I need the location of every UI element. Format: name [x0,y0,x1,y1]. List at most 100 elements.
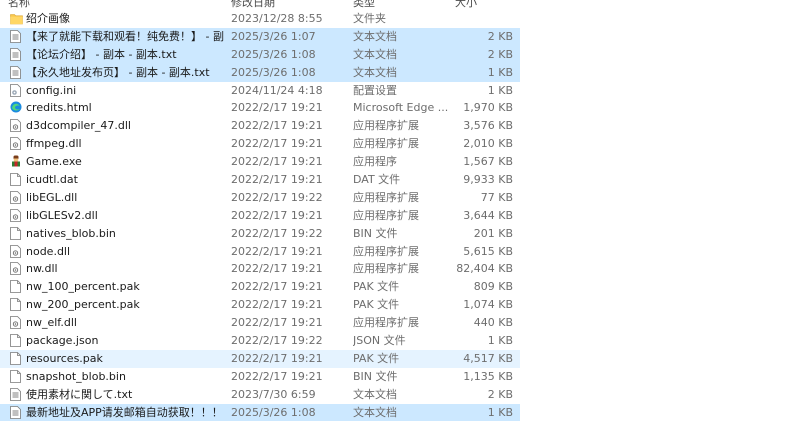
blank-file-icon [10,298,21,312]
file-row[interactable]: 【论坛介绍】 - 副本 - 副本.txt 2025/3/26 1:08 文本文档 2 … [0,45,520,64]
file-row[interactable]: 【来了就能下载和观看！纯免费！】 - 副... 2025/3/26 1:07 文本文… [0,27,520,46]
file-type: 文本文档 [353,65,397,79]
folder-icon [10,12,23,25]
file-type: PAK 文件 [353,298,400,312]
file-date: 2022/2/17 19:21 [231,119,323,133]
file-row[interactable]: d3dcompiler_47.dll 2022/2/17 19:21 应用程序扩展 3… [0,117,520,135]
file-row[interactable]: Game.exe 2022/2/17 19:21 应用程序 1,567 KB [0,153,520,171]
file-name: node.dll [26,244,71,258]
file-row[interactable]: nw_elf.dll 2022/2/17 19:21 应用程序扩展 440 KB [0,314,520,332]
dll-file-icon [10,244,21,258]
file-name: nw_elf.dll [26,316,77,330]
file-row[interactable]: credits.html 2022/2/17 19:21 Microsoft Edg… [0,99,520,117]
file-row[interactable]: libGLESv2.dll 2022/2/17 19:21 应用程序扩展 3,644 … [0,207,520,225]
file-date: 2025/3/26 1:08 [231,405,316,419]
file-name: libGLESv2.dll [26,208,98,222]
file-size: 2 KB [487,387,513,401]
file-date: 2022/2/17 19:21 [231,173,323,187]
file-name: icudtl.dat [26,173,78,187]
blank-file-icon [10,173,21,186]
column-header-date[interactable]: 修改日期 [231,0,275,10]
blank-file-icon [10,352,21,365]
blank-file-icon [10,280,21,294]
file-row[interactable]: 【永久地址发布页】 - 副本 - 副本.txt 2025/3/26 1:08 文本文… [0,63,520,82]
file-date: 2022/2/17 19:21 [231,316,323,330]
text-file-icon [10,65,21,79]
file-date: 2022/2/17 19:22 [231,334,323,348]
dll-file-icon [10,119,21,133]
file-name: 【永久地址发布页】 - 副本 - 副本.txt [26,65,210,79]
file-type: 应用程序 [353,155,397,169]
file-size: 1 KB [487,65,513,79]
file-size: 1 KB [487,405,513,419]
file-row[interactable]: node.dll 2022/2/17 19:21 应用程序扩展 5,615 KB [0,243,520,261]
file-size: 9,933 KB [463,173,513,187]
file-row[interactable]: package.json 2022/2/17 19:22 JSON 文件 1 KB [0,332,520,350]
file-type: 应用程序扩展 [353,244,419,258]
file-date: 2022/2/17 19:21 [231,208,323,222]
file-row[interactable]: icudtl.dat 2022/2/17 19:21 DAT 文件 9,933 KB [0,171,520,189]
column-header: 名称 修改日期 类型 大小 [0,0,520,10]
dll-file-icon [10,137,21,151]
file-type: 应用程序扩展 [353,208,419,222]
column-header-type[interactable]: 类型 [353,0,375,10]
text-file-icon [10,29,21,43]
file-name: package.json [26,334,99,348]
file-name: Game.exe [26,155,82,169]
file-row[interactable]: 使用素材に関して.txt 2023/7/30 6:59 文本文档 2 KB [0,386,520,404]
file-row[interactable]: config.ini 2024/11/24 4:18 配置设置 1 KB [0,82,520,100]
file-date: 2022/2/17 19:21 [231,280,323,294]
file-name: credits.html [26,101,92,115]
file-type: PAK 文件 [353,280,400,294]
file-row[interactable]: resources.pak 2022/2/17 19:21 PAK 文件 4,517 … [0,349,520,368]
file-date: 2022/2/17 19:21 [231,351,323,365]
file-date: 2022/2/17 19:21 [231,101,323,115]
file-size: 2 KB [487,47,513,61]
file-type: 应用程序扩展 [353,190,419,204]
file-size: 82,404 KB [456,262,513,276]
file-row[interactable]: libEGL.dll 2022/2/17 19:22 应用程序扩展 77 KB [0,189,520,207]
dll-file-icon [10,262,21,276]
file-row[interactable]: 绍介画像 2023/12/28 8:55 文件夹 [0,10,520,28]
file-size: 5,615 KB [463,244,513,258]
text-file-icon [10,405,21,419]
file-row[interactable]: natives_blob.bin 2022/2/17 19:22 BIN 文件 201… [0,225,520,243]
file-size: 2,010 KB [463,137,513,151]
file-date: 2022/2/17 19:22 [231,190,323,204]
blank-file-icon [10,334,21,347]
file-size: 1 KB [487,334,513,348]
file-row[interactable]: snapshot_blob.bin 2022/2/17 19:21 BIN 文件 1,… [0,368,520,386]
dll-file-icon [10,191,21,204]
file-name: nw_200_percent.pak [26,298,140,312]
file-size: 201 KB [473,226,513,240]
dll-file-icon [10,208,21,222]
text-file-icon [10,387,21,401]
edge-icon [10,101,22,114]
file-date: 2025/3/26 1:08 [231,47,316,61]
file-name: config.ini [26,83,77,97]
file-name: 使用素材に関して.txt [26,387,133,401]
file-row[interactable]: nw.dll 2022/2/17 19:21 应用程序扩展 82,404 KB [0,260,520,278]
file-name: 绍介画像 [26,12,70,25]
game-exe-icon [10,155,21,168]
file-name: 【来了就能下载和观看！纯免费！】 - 副... [26,29,224,43]
file-type: 文件夹 [353,12,386,25]
file-type: 文本文档 [353,29,397,43]
file-size: 3,644 KB [463,208,513,222]
file-date: 2022/2/17 19:21 [231,369,323,383]
file-row[interactable]: 最新地址及APP请发邮箱自动获取！！！ ... 2025/3/26 1:08 文本文… [0,403,520,422]
column-header-size[interactable]: 大小 [455,0,477,10]
file-row[interactable]: nw_100_percent.pak 2022/2/17 19:21 PAK 文件 8… [0,278,520,296]
file-date: 2022/2/17 19:21 [231,137,323,151]
file-date: 2023/7/30 6:59 [231,387,316,401]
file-name: ffmpeg.dll [26,137,82,151]
file-type: JSON 文件 [353,334,406,348]
file-type: 配置设置 [353,83,397,97]
text-file-icon [10,47,21,61]
file-row[interactable]: nw_200_percent.pak 2022/2/17 19:21 PAK 文件 1… [0,296,520,314]
file-row[interactable]: ffmpeg.dll 2022/2/17 19:21 应用程序扩展 2,010 KB [0,135,520,153]
file-name: nw.dll [26,262,58,276]
file-size: 3,576 KB [463,119,513,133]
file-size: 809 KB [473,280,513,294]
column-header-name[interactable]: 名称 [8,0,30,10]
